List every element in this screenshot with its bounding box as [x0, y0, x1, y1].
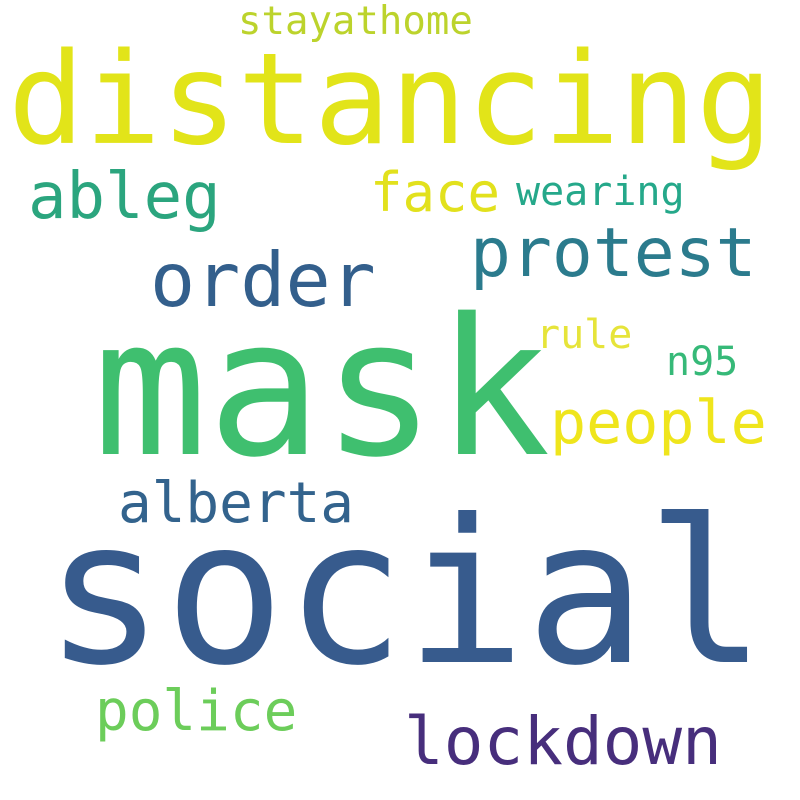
- word-ableg: ableg: [28, 160, 221, 234]
- word-mask: mask: [93, 278, 551, 499]
- word-face: face: [370, 161, 501, 224]
- word-rule: rule: [536, 312, 633, 358]
- word-wearing: wearing: [516, 169, 685, 215]
- word-people: people: [550, 388, 767, 458]
- word-police: police: [95, 679, 298, 744]
- word-distancing: distancing: [8, 25, 773, 173]
- word-cloud: stayathome distancing ableg face wearing…: [0, 0, 800, 800]
- word-lockdown: lockdown: [404, 703, 722, 780]
- word-n95: n95: [666, 339, 739, 385]
- word-social: social: [44, 477, 767, 710]
